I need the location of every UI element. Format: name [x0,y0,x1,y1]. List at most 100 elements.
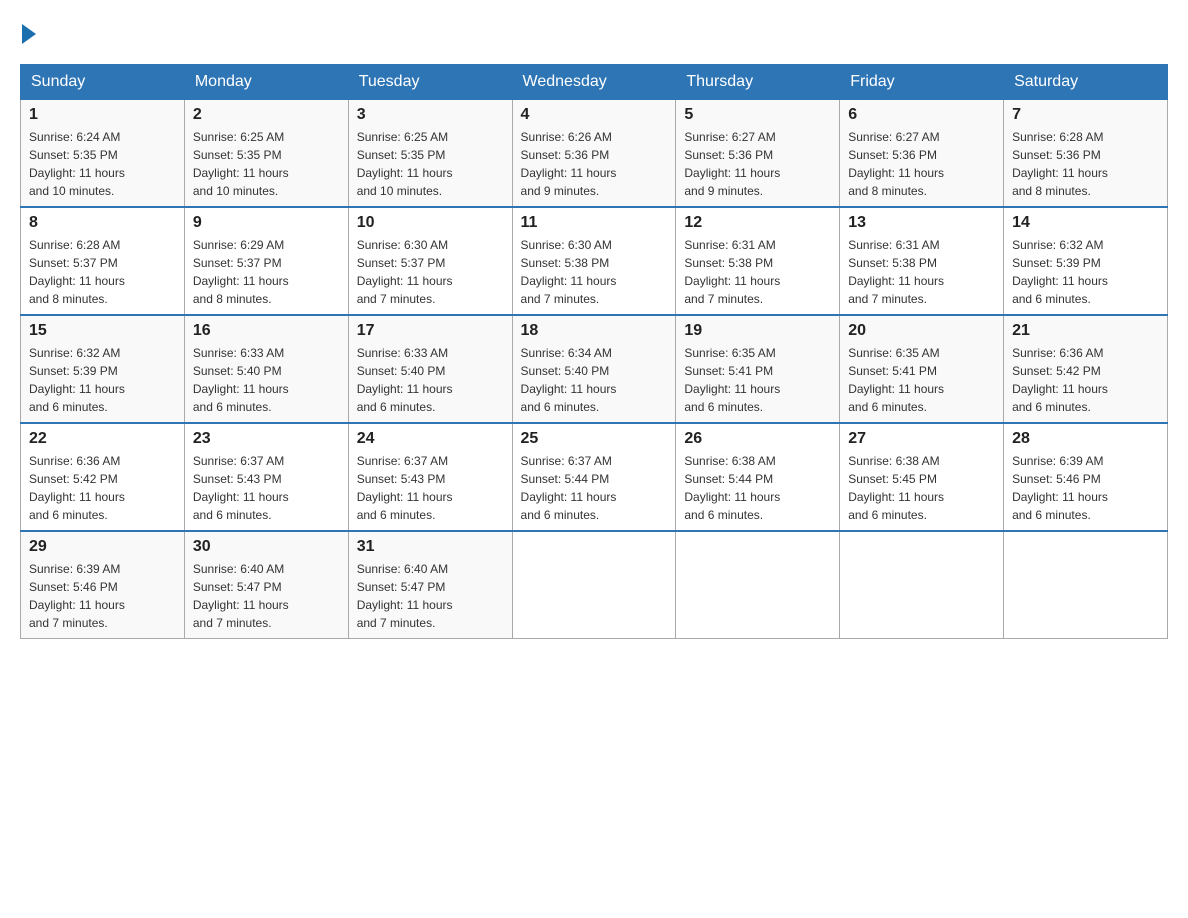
day-number: 27 [848,430,995,448]
calendar-cell: 6 Sunrise: 6:27 AMSunset: 5:36 PMDaylight… [840,100,1004,208]
day-info: Sunrise: 6:35 AMSunset: 5:41 PMDaylight:… [684,344,831,416]
day-number: 12 [684,214,831,232]
day-info: Sunrise: 6:25 AMSunset: 5:35 PMDaylight:… [193,128,340,200]
calendar-cell: 28Sunrise: 6:39 AMSunset: 5:46 PMDayligh… [1004,423,1168,531]
day-number: 29 [29,538,176,556]
day-number: 5 [684,106,831,124]
day-number: 17 [357,322,504,340]
day-number: 9 [193,214,340,232]
calendar-cell: 3 Sunrise: 6:25 AMSunset: 5:35 PMDaylight… [348,100,512,208]
calendar-cell [512,531,676,639]
calendar-cell: 7Sunrise: 6:28 AMSunset: 5:36 PMDaylight… [1004,100,1168,208]
header-monday: Monday [184,65,348,100]
day-number: 3 [357,106,504,124]
day-number: 25 [521,430,668,448]
calendar-cell: 20 Sunrise: 6:35 AMSunset: 5:41 PMDayligh… [840,315,1004,423]
day-info: Sunrise: 6:28 AMSunset: 5:37 PMDaylight:… [29,236,176,308]
day-info: Sunrise: 6:37 AMSunset: 5:43 PMDaylight:… [357,452,504,524]
calendar-cell: 26Sunrise: 6:38 AMSunset: 5:44 PMDayligh… [676,423,840,531]
day-number: 7 [1012,106,1159,124]
day-number: 13 [848,214,995,232]
calendar-cell: 10 Sunrise: 6:30 AMSunset: 5:37 PMDayligh… [348,207,512,315]
day-number: 14 [1012,214,1159,232]
day-info: Sunrise: 6:40 AMSunset: 5:47 PMDaylight:… [193,560,340,632]
day-number: 2 [193,106,340,124]
day-number: 4 [521,106,668,124]
day-number: 8 [29,214,176,232]
calendar-cell: 4 Sunrise: 6:26 AMSunset: 5:36 PMDaylight… [512,100,676,208]
calendar-cell [676,531,840,639]
calendar-cell: 21 Sunrise: 6:36 AMSunset: 5:42 PMDayligh… [1004,315,1168,423]
day-number: 11 [521,214,668,232]
day-info: Sunrise: 6:39 AMSunset: 5:46 PMDaylight:… [29,560,176,632]
page-header [20,20,1168,44]
day-number: 21 [1012,322,1159,340]
day-info: Sunrise: 6:30 AMSunset: 5:38 PMDaylight:… [521,236,668,308]
day-info: Sunrise: 6:33 AMSunset: 5:40 PMDaylight:… [357,344,504,416]
calendar-cell: 25 Sunrise: 6:37 AMSunset: 5:44 PMDayligh… [512,423,676,531]
calendar-cell: 17 Sunrise: 6:33 AMSunset: 5:40 PMDayligh… [348,315,512,423]
calendar-cell: 1 Sunrise: 6:24 AMSunset: 5:35 PMDaylight… [21,100,185,208]
calendar-table: SundayMondayTuesdayWednesdayThursdayFrid… [20,64,1168,639]
logo-arrow-icon [22,24,36,44]
calendar-week-row: 1 Sunrise: 6:24 AMSunset: 5:35 PMDaylight… [21,100,1168,208]
calendar-cell: 13 Sunrise: 6:31 AMSunset: 5:38 PMDayligh… [840,207,1004,315]
day-info: Sunrise: 6:37 AMSunset: 5:44 PMDaylight:… [521,452,668,524]
day-number: 15 [29,322,176,340]
calendar-week-row: 8 Sunrise: 6:28 AMSunset: 5:37 PMDaylight… [21,207,1168,315]
calendar-cell: 2 Sunrise: 6:25 AMSunset: 5:35 PMDaylight… [184,100,348,208]
header-thursday: Thursday [676,65,840,100]
header-saturday: Saturday [1004,65,1168,100]
calendar-cell: 9 Sunrise: 6:29 AMSunset: 5:37 PMDaylight… [184,207,348,315]
day-info: Sunrise: 6:30 AMSunset: 5:37 PMDaylight:… [357,236,504,308]
day-info: Sunrise: 6:39 AMSunset: 5:46 PMDaylight:… [1012,452,1159,524]
day-info: Sunrise: 6:38 AMSunset: 5:45 PMDaylight:… [848,452,995,524]
day-number: 24 [357,430,504,448]
day-number: 31 [357,538,504,556]
day-info: Sunrise: 6:36 AMSunset: 5:42 PMDaylight:… [1012,344,1159,416]
calendar-cell: 16Sunrise: 6:33 AMSunset: 5:40 PMDayligh… [184,315,348,423]
day-number: 30 [193,538,340,556]
calendar-cell: 11 Sunrise: 6:30 AMSunset: 5:38 PMDayligh… [512,207,676,315]
calendar-cell: 30 Sunrise: 6:40 AMSunset: 5:47 PMDayligh… [184,531,348,639]
logo [20,20,36,44]
day-info: Sunrise: 6:37 AMSunset: 5:43 PMDaylight:… [193,452,340,524]
day-number: 22 [29,430,176,448]
day-number: 26 [684,430,831,448]
calendar-cell: 29 Sunrise: 6:39 AMSunset: 5:46 PMDayligh… [21,531,185,639]
calendar-week-row: 15 Sunrise: 6:32 AMSunset: 5:39 PMDayligh… [21,315,1168,423]
day-info: Sunrise: 6:26 AMSunset: 5:36 PMDaylight:… [521,128,668,200]
header-sunday: Sunday [21,65,185,100]
calendar-header-row: SundayMondayTuesdayWednesdayThursdayFrid… [21,65,1168,100]
day-number: 1 [29,106,176,124]
calendar-week-row: 29 Sunrise: 6:39 AMSunset: 5:46 PMDayligh… [21,531,1168,639]
calendar-week-row: 22 Sunrise: 6:36 AMSunset: 5:42 PMDayligh… [21,423,1168,531]
day-number: 20 [848,322,995,340]
calendar-cell: 19 Sunrise: 6:35 AMSunset: 5:41 PMDayligh… [676,315,840,423]
day-number: 19 [684,322,831,340]
day-info: Sunrise: 6:32 AMSunset: 5:39 PMDaylight:… [29,344,176,416]
calendar-cell [840,531,1004,639]
calendar-cell: 5 Sunrise: 6:27 AMSunset: 5:36 PMDaylight… [676,100,840,208]
day-info: Sunrise: 6:24 AMSunset: 5:35 PMDaylight:… [29,128,176,200]
day-number: 23 [193,430,340,448]
day-number: 18 [521,322,668,340]
day-info: Sunrise: 6:36 AMSunset: 5:42 PMDaylight:… [29,452,176,524]
calendar-cell: 14Sunrise: 6:32 AMSunset: 5:39 PMDayligh… [1004,207,1168,315]
day-number: 10 [357,214,504,232]
day-info: Sunrise: 6:27 AMSunset: 5:36 PMDaylight:… [684,128,831,200]
day-info: Sunrise: 6:29 AMSunset: 5:37 PMDaylight:… [193,236,340,308]
header-friday: Friday [840,65,1004,100]
calendar-cell: 22 Sunrise: 6:36 AMSunset: 5:42 PMDayligh… [21,423,185,531]
day-info: Sunrise: 6:40 AMSunset: 5:47 PMDaylight:… [357,560,504,632]
calendar-cell: 31 Sunrise: 6:40 AMSunset: 5:47 PMDayligh… [348,531,512,639]
day-info: Sunrise: 6:33 AMSunset: 5:40 PMDaylight:… [193,344,340,416]
day-info: Sunrise: 6:25 AMSunset: 5:35 PMDaylight:… [357,128,504,200]
day-info: Sunrise: 6:31 AMSunset: 5:38 PMDaylight:… [848,236,995,308]
calendar-cell: 12Sunrise: 6:31 AMSunset: 5:38 PMDayligh… [676,207,840,315]
day-info: Sunrise: 6:35 AMSunset: 5:41 PMDaylight:… [848,344,995,416]
header-wednesday: Wednesday [512,65,676,100]
day-number: 6 [848,106,995,124]
calendar-cell: 18Sunrise: 6:34 AMSunset: 5:40 PMDayligh… [512,315,676,423]
day-info: Sunrise: 6:27 AMSunset: 5:36 PMDaylight:… [848,128,995,200]
